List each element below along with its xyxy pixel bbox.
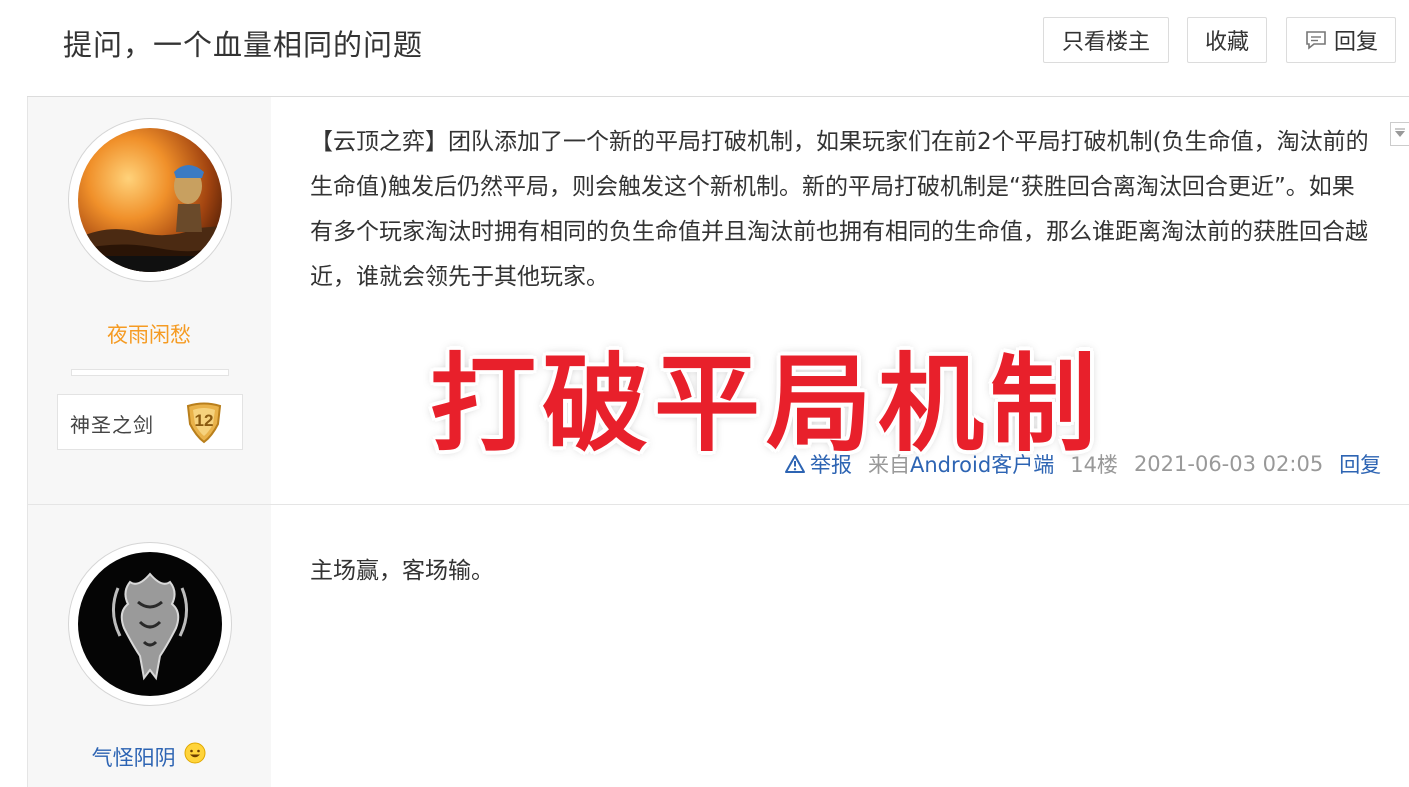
avatar[interactable] bbox=[68, 542, 232, 706]
avatar[interactable] bbox=[68, 118, 232, 282]
reply-link[interactable]: 回复 bbox=[1339, 449, 1381, 479]
divider bbox=[27, 97, 28, 787]
avatar-image bbox=[78, 552, 222, 696]
comment-icon bbox=[1306, 31, 1326, 50]
user-level-bar bbox=[71, 369, 229, 376]
chevron-down-icon bbox=[1395, 128, 1405, 137]
page-title: 提问，一个血量相同的问题 bbox=[63, 28, 424, 62]
username[interactable]: 夜雨闲愁 bbox=[27, 319, 271, 349]
only-op-button[interactable]: 只看楼主 bbox=[1043, 17, 1169, 63]
post-time: 2021-06-03 02:05 bbox=[1133, 452, 1324, 476]
user-badge[interactable]: 神圣之剑 12 bbox=[57, 394, 243, 450]
reply-header-button[interactable]: 回复 bbox=[1286, 17, 1396, 63]
smiley-icon bbox=[184, 742, 206, 764]
post-meta: 举报 来自 Android客户端 14楼 2021-06-03 02:05 回复 bbox=[784, 449, 1381, 479]
source-client-link[interactable]: Android客户端 bbox=[910, 449, 1054, 479]
username[interactable]: 气怪阳阴 bbox=[27, 742, 271, 772]
favorite-button[interactable]: 收藏 bbox=[1187, 17, 1267, 63]
level-shield-icon: 12 bbox=[186, 402, 222, 444]
badge-level: 12 bbox=[195, 411, 214, 430]
post-menu-toggle[interactable] bbox=[1390, 122, 1409, 146]
warning-icon bbox=[785, 455, 805, 473]
username-text: 气怪阳阴 bbox=[91, 746, 176, 770]
report-link[interactable]: 举报 bbox=[784, 449, 852, 479]
post-content: 【云顶之弈】团队添加了一个新的平局打破机制，如果玩家们在前2个平局打破机制(负生… bbox=[310, 129, 1369, 290]
divider bbox=[27, 504, 1409, 505]
report-label: 举报 bbox=[810, 453, 852, 477]
post-content: 主场赢，客场输。 bbox=[310, 558, 494, 584]
source-prefix: 来自 bbox=[868, 453, 910, 477]
badge-name: 神圣之剑 bbox=[70, 413, 154, 437]
floor-number: 14楼 bbox=[1070, 453, 1118, 477]
reply-header-label: 回复 bbox=[1333, 30, 1378, 55]
avatar-image bbox=[78, 128, 222, 272]
